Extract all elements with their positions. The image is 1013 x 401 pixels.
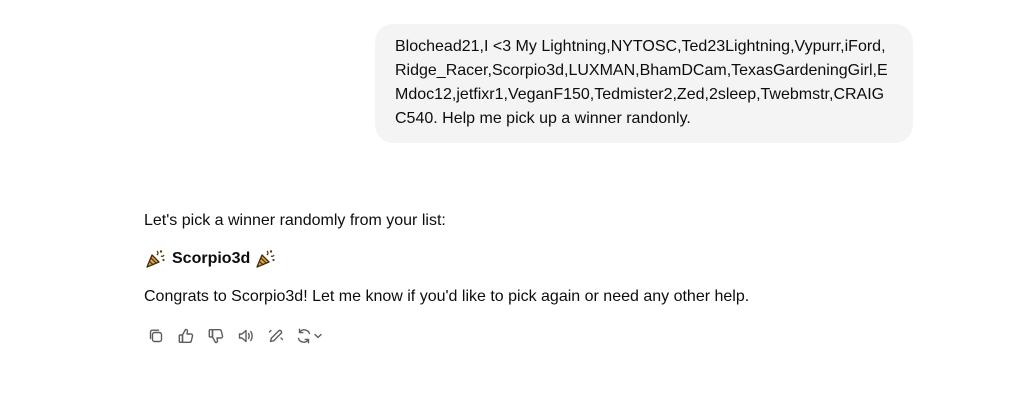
chat-page: Blochead21,I <3 My Lightning,NYTOSC,Ted2… — [0, 0, 1013, 401]
user-message-bubble: Blochead21,I <3 My Lightning,NYTOSC,Ted2… — [375, 24, 913, 143]
read-aloud-button[interactable] — [235, 325, 257, 347]
thumbs-down-button[interactable] — [205, 325, 227, 347]
party-popper-icon — [144, 248, 166, 270]
thumbs-down-icon — [208, 329, 224, 344]
regenerate-icon — [297, 328, 322, 344]
user-message-row: Blochead21,I <3 My Lightning,NYTOSC,Ted2… — [375, 24, 913, 143]
assistant-intro: Let's pick a winner randomly from your l… — [144, 212, 446, 229]
edit-button[interactable] — [265, 325, 287, 347]
assistant-message: Let's pick a winner randomly from your l… — [144, 209, 904, 347]
party-popper-icon — [254, 248, 276, 270]
thumbs-up-icon — [178, 328, 194, 344]
copy-icon — [149, 329, 163, 343]
read-aloud-icon — [238, 329, 253, 343]
message-actions — [145, 325, 904, 347]
assistant-closing: Congrats to Scorpio3d! Let me know if yo… — [144, 288, 750, 305]
winner-name: Scorpio3d — [172, 250, 251, 267]
copy-button[interactable] — [145, 325, 167, 347]
thumbs-up-button[interactable] — [175, 325, 197, 347]
winner-line: Scorpio3d — [144, 247, 904, 271]
edit-icon — [268, 329, 284, 343]
regenerate-button[interactable] — [295, 325, 329, 347]
